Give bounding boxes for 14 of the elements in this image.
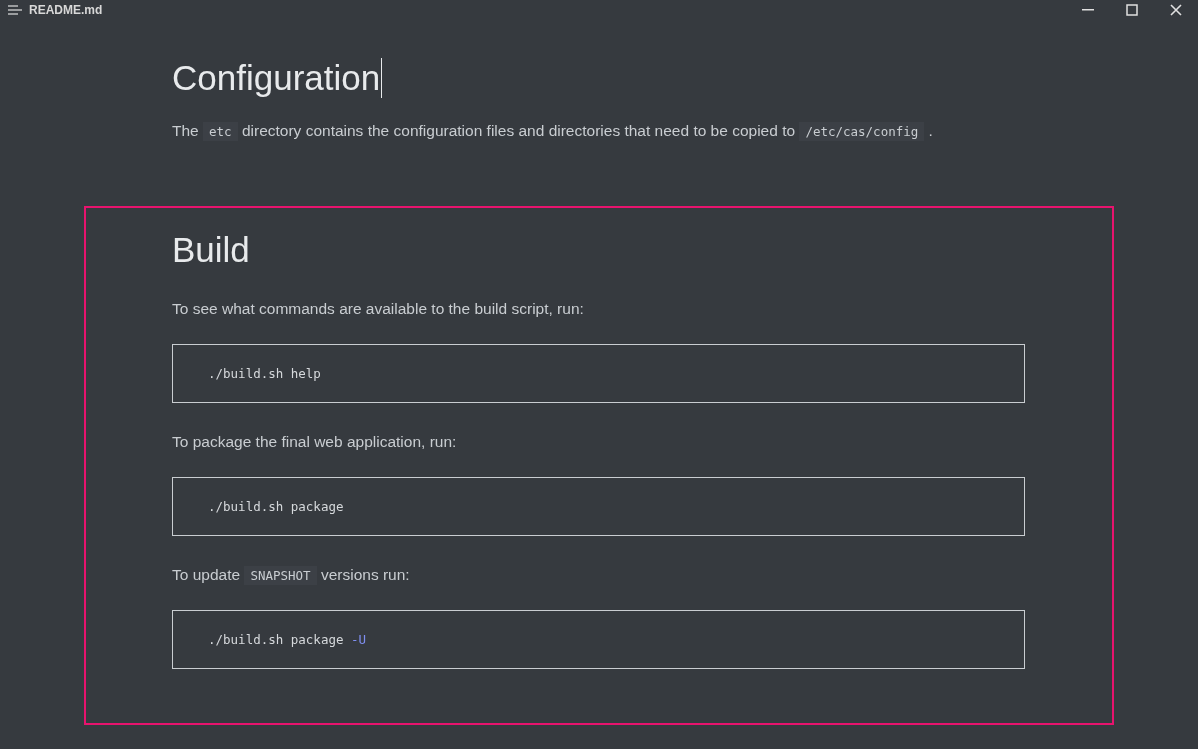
window-title: README.md (29, 3, 103, 17)
paragraph: To package the final web application, run: (172, 433, 458, 451)
paragraph: To update SNAPSHOT versions run: (172, 566, 411, 584)
code-block: ./build.sh package (172, 477, 1025, 536)
paragraph: To see what commands are available to the build script, run: (172, 300, 585, 318)
close-icon[interactable] (1170, 4, 1182, 16)
code-block: ./build.sh package -U (172, 610, 1025, 669)
paragraph: The etc directory contains the configuration files and directories that need to be copied to /etc/cas/config . (172, 122, 934, 140)
maximize-icon[interactable] (1126, 4, 1138, 16)
heading: Build (172, 230, 250, 270)
minimize-icon[interactable] (1082, 9, 1094, 11)
code-block: ./build.sh help (172, 344, 1025, 403)
menu-icon[interactable] (8, 5, 23, 15)
heading: Configuration (172, 58, 381, 98)
